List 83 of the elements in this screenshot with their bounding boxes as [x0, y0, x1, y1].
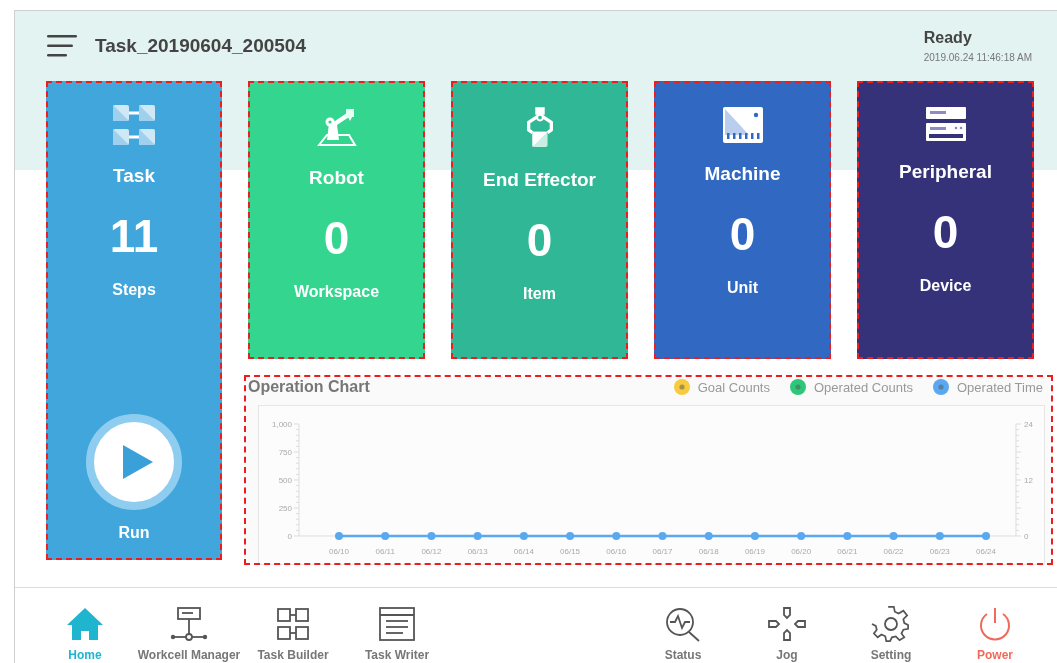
peripheral-card[interactable]: Peripheral 0 Device [857, 81, 1034, 359]
axis-tick-label: 24 [1024, 420, 1033, 429]
home-nav-button[interactable]: Home [33, 588, 137, 663]
machine-icon [722, 107, 763, 143]
count-unit: Workspace [293, 283, 380, 301]
axis-tick-label: 12 [1024, 476, 1033, 485]
robot-arm-icon [316, 107, 357, 147]
document-icon [377, 606, 417, 642]
jog-nav-button[interactable]: Jog [735, 588, 839, 663]
workcell-nav-button[interactable]: Workcell Manager [137, 588, 241, 663]
data-point [704, 532, 713, 540]
status-text: Ready [923, 29, 973, 47]
menu-icon[interactable] [47, 34, 77, 58]
axis-tick-label: 06/13 [467, 547, 488, 556]
task-flow-icon [113, 105, 155, 145]
axis-tick-label: 06/15 [560, 547, 581, 556]
item-count: 0 [932, 205, 959, 259]
step-count: 11 [109, 209, 159, 263]
data-point [843, 532, 852, 540]
data-point [427, 532, 436, 540]
effector-card[interactable]: End Effector 0 Item [451, 81, 628, 359]
data-point [750, 532, 759, 540]
direction-arrows-icon [767, 606, 807, 642]
axis-tick-label: 06/19 [744, 547, 765, 556]
home-icon [65, 606, 105, 642]
axis-tick-label: 0 [1024, 532, 1029, 541]
data-point [889, 532, 898, 540]
play-icon [123, 445, 153, 479]
network-icon [169, 606, 209, 642]
legend-label: Goal Counts [697, 379, 770, 395]
chart-title: Operation Chart [248, 378, 370, 396]
data-point [797, 532, 806, 540]
data-point [935, 532, 944, 540]
server-icon [925, 107, 966, 141]
legend-label: Operated Counts [814, 379, 913, 395]
item-count: 0 [729, 207, 756, 261]
card-title: Machine [704, 163, 781, 185]
item-count: 0 [526, 213, 553, 267]
axis-tick-label: 06/10 [329, 547, 349, 556]
axis-tick-label: 1,000 [271, 420, 292, 429]
axis-tick-label: 500 [278, 476, 292, 485]
axis-tick-label: 06/23 [929, 547, 950, 556]
card-title: Task [113, 165, 155, 187]
timestamp: 2019.06.24 11:46:18 AM [923, 52, 1032, 63]
axis-tick-label: 06/16 [606, 547, 627, 556]
axis-tick-label: 06/14 [513, 547, 534, 556]
axis-tick-label: 06/12 [421, 547, 442, 556]
item-count: 0 [323, 211, 350, 265]
builder-nav-button[interactable]: Task Builder [241, 588, 345, 663]
legend-label: Operated Time [957, 379, 1043, 395]
count-unit: Item [523, 285, 556, 303]
card-title: Peripheral [899, 161, 992, 183]
machine-card[interactable]: Machine 0 Unit [654, 81, 831, 359]
axis-tick-label: 06/11 [375, 547, 395, 556]
data-point [566, 532, 575, 540]
axis-tick-label: 06/22 [883, 547, 904, 556]
count-unit: Unit [726, 279, 759, 297]
data-point [381, 532, 390, 540]
axis-tick-label: 06/20 [791, 547, 812, 556]
data-point [519, 532, 528, 540]
card-title: Robot [309, 167, 364, 189]
axis-tick-label: 06/17 [652, 547, 673, 556]
writer-nav-button[interactable]: Task Writer [345, 588, 449, 663]
data-point [982, 532, 990, 540]
run-label: Run [118, 524, 150, 542]
setting-nav-button[interactable]: Setting [839, 588, 943, 663]
card-title: End Effector [483, 169, 596, 191]
axis-tick-label: 06/21 [837, 547, 858, 556]
axis-tick-label: 750 [278, 448, 292, 457]
task-title: Task_20190604_200504 [95, 35, 306, 57]
axis-tick-label: 06/18 [698, 547, 719, 556]
task-card[interactable]: Task 11 Steps Run [46, 81, 222, 560]
data-point [473, 532, 482, 540]
axis-tick-label: 250 [278, 504, 292, 513]
data-point [658, 532, 667, 540]
axis-tick-label: 06/24 [976, 547, 996, 556]
data-point [612, 532, 621, 540]
power-nav-button[interactable]: Power [943, 588, 1047, 663]
status-nav-button[interactable]: Status [631, 588, 735, 663]
count-unit: Device [919, 277, 972, 295]
data-point [335, 532, 343, 540]
count-unit: Steps [112, 281, 156, 299]
settings-icon [871, 606, 911, 642]
